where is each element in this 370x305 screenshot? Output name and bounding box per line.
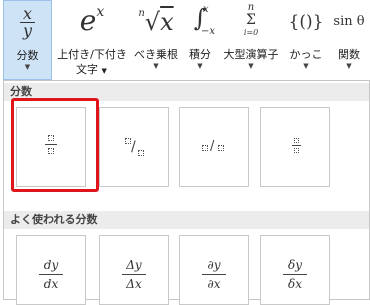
fraction-bar bbox=[45, 144, 57, 145]
chevron-down-icon: ▼ bbox=[24, 63, 31, 71]
fraction-bar bbox=[292, 145, 301, 146]
section-header-common-fractions: よく使われる分数 bbox=[4, 211, 369, 229]
numerator-placeholder bbox=[48, 135, 54, 141]
radical-label: べき乗根 bbox=[134, 48, 178, 61]
common-fraction-dy-dx[interactable]: dy dx bbox=[16, 235, 86, 305]
fraction-numerator: dy bbox=[43, 258, 59, 272]
fraction-icon: x y bbox=[4, 6, 51, 39]
integral-label: 積分 bbox=[189, 48, 211, 61]
fraction-bar bbox=[122, 274, 146, 275]
chevron-down-icon: ▼ bbox=[197, 62, 203, 70]
numerator-placeholder bbox=[294, 138, 299, 143]
bracket-label: かっこ bbox=[289, 48, 323, 61]
function-label: 関数 bbox=[338, 48, 360, 61]
radical-button[interactable]: n√x べき乗根 ▼ bbox=[131, 0, 181, 80]
sum-icon: n Σ i=0 bbox=[243, 2, 259, 37]
fraction-denominator: Δx bbox=[126, 277, 142, 291]
script-label-2: 文字 ▼ bbox=[76, 63, 107, 76]
large-operator-button[interactable]: n Σ i=0 大型演算子 ▼ bbox=[219, 0, 283, 80]
function-button[interactable]: sin θ 関数 ▼ bbox=[328, 0, 370, 80]
fraction-bar bbox=[39, 274, 63, 275]
large-operator-label: 大型演算子 bbox=[223, 48, 279, 61]
script-icon: ex bbox=[79, 4, 105, 37]
fraction-bar bbox=[202, 274, 226, 275]
linear-fraction-tile[interactable]: / bbox=[179, 107, 249, 187]
skewed-fraction-tile[interactable]: / bbox=[99, 107, 169, 187]
integral-button[interactable]: ∫ x −x 積分 ▼ bbox=[183, 0, 217, 80]
chevron-down-icon: ▼ bbox=[101, 67, 107, 75]
common-fraction-partial[interactable]: ∂y ∂x bbox=[179, 235, 249, 305]
common-fraction-delta[interactable]: Δy Δx bbox=[99, 235, 169, 305]
common-fraction-small-delta[interactable]: δy δx bbox=[260, 235, 330, 305]
radical-icon: n√x bbox=[138, 8, 174, 36]
chevron-down-icon: ▼ bbox=[303, 62, 309, 70]
denominator-placeholder bbox=[138, 150, 144, 156]
chevron-down-icon: ▼ bbox=[153, 62, 159, 70]
integral-icon: ∫ x −x bbox=[193, 4, 216, 37]
small-fraction-tile[interactable] bbox=[260, 107, 330, 187]
denominator-placeholder bbox=[218, 145, 224, 151]
fraction-numerator: ∂y bbox=[207, 258, 221, 272]
script-label: 上付き/下付き bbox=[57, 48, 127, 61]
fraction-denominator: δx bbox=[288, 277, 302, 291]
function-icon: sin θ bbox=[333, 14, 365, 29]
fraction-denominator: ∂x bbox=[207, 277, 221, 291]
bracket-button[interactable]: {()} かっこ ▼ bbox=[285, 0, 327, 80]
chevron-down-icon: ▼ bbox=[248, 62, 254, 70]
fraction-denominator: dx bbox=[43, 277, 59, 291]
denominator-placeholder bbox=[294, 148, 299, 153]
script-button[interactable]: ex 上付き/下付き 文字 ▼ bbox=[54, 0, 130, 80]
fraction-button[interactable]: x y 分数 ▼ bbox=[3, 0, 52, 80]
numerator-placeholder bbox=[202, 145, 208, 151]
fraction-numerator: Δy bbox=[126, 258, 142, 272]
skewed-slash: / bbox=[131, 139, 136, 155]
fraction-gallery: 分数 / / よく使われる分数 dy dx Δy Δx ∂y ∂x δy δx bbox=[3, 80, 370, 305]
fraction-numerator: δy bbox=[287, 258, 302, 272]
fraction-bar bbox=[283, 274, 307, 275]
fraction-label: 分数 bbox=[16, 49, 39, 62]
equation-ribbon: x y 分数 ▼ ex 上付き/下付き 文字 ▼ n√x べき乗根 ▼ ∫ x … bbox=[0, 0, 370, 80]
stacked-fraction-tile[interactable] bbox=[16, 107, 86, 187]
linear-slash: / bbox=[210, 139, 215, 154]
bracket-icon: {()} bbox=[288, 12, 324, 32]
denominator-placeholder bbox=[48, 148, 54, 154]
section-header-fraction: 分数 bbox=[4, 83, 369, 101]
chevron-down-icon: ▼ bbox=[346, 62, 352, 70]
